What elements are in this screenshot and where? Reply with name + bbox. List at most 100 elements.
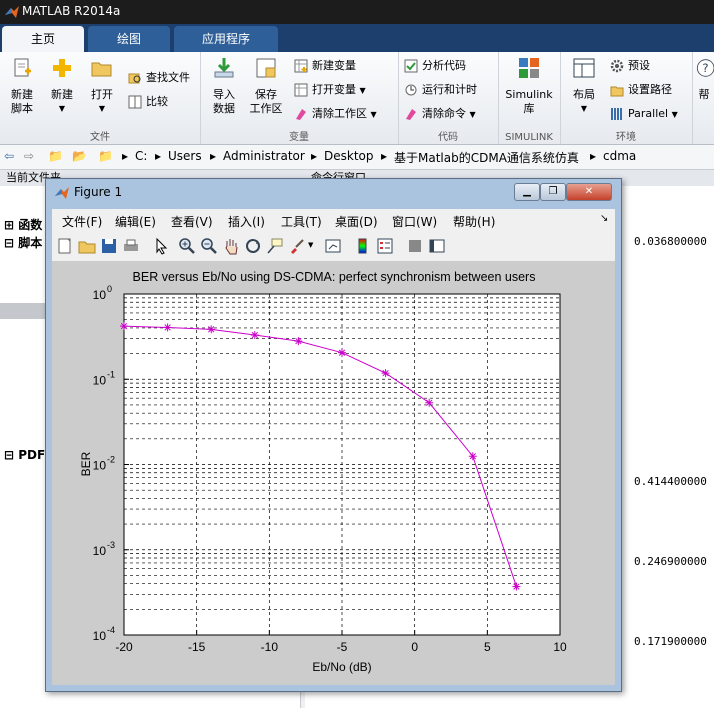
browse-folder-icon[interactable]: 📂 (72, 149, 87, 163)
figure-canvas: BER versus Eb/No using DS-CDMA: perfect … (52, 261, 615, 685)
menu-view[interactable]: 查看(V) (171, 213, 213, 230)
show-plot-tools-icon[interactable] (428, 237, 446, 255)
chart-title: BER versus Eb/No using DS-CDMA: perfect … (133, 270, 536, 284)
menu-help[interactable]: 帮助(H) (453, 213, 495, 230)
rotate-3d-icon[interactable] (244, 237, 262, 255)
expand-icon[interactable]: ⊞ (4, 218, 14, 232)
tree-item-functions[interactable]: ⊞ 函数 (4, 216, 42, 233)
menu-insert[interactable]: 插入(I) (228, 213, 265, 230)
find-files-icon (128, 73, 141, 84)
open-variable-button[interactable]: 打开变量 ▼ (294, 80, 366, 100)
environment-group: 布局 ▼ 预设 设置路径 Parallel ▼ 环境 (560, 52, 693, 144)
path-segment[interactable]: Administrator (223, 149, 305, 163)
analyze-code-button[interactable]: 分析代码 (404, 56, 466, 76)
data-point (338, 348, 346, 357)
x-tick-label: 0 (411, 640, 418, 654)
app-title-bar: MATLAB R2014a (0, 0, 714, 24)
path-separator-icon: ▸ (210, 149, 217, 163)
path-segment[interactable]: cdma (603, 149, 636, 163)
zoom-in-icon[interactable] (178, 237, 196, 255)
tab-apps[interactable]: 应用程序 (174, 26, 278, 52)
save-workspace-icon (256, 58, 276, 78)
path-segment[interactable]: C: (135, 149, 147, 163)
zoom-out-icon[interactable] (200, 237, 218, 255)
import-data-button[interactable]: 导入 数据 (204, 56, 244, 116)
tree-item-pdf[interactable]: ⊟ PDF (4, 448, 45, 462)
up-folder-icon[interactable]: 📁 (48, 149, 63, 163)
pan-hand-icon[interactable] (222, 237, 240, 255)
help-icon: ? (696, 59, 714, 77)
link-plot-icon[interactable] (324, 237, 342, 255)
path-segment[interactable]: Desktop (324, 149, 374, 163)
tab-plots[interactable]: 绘图 (88, 26, 170, 52)
data-cursor-icon[interactable] (266, 237, 284, 255)
run-and-time-button[interactable]: 运行和计时 (404, 80, 477, 100)
edit-plot-arrow-icon[interactable] (152, 237, 170, 255)
root-folder-icon[interactable]: 📁 (98, 149, 113, 163)
x-axis-label: Eb/No (dB) (312, 660, 371, 674)
matlab-logo-icon (55, 187, 69, 199)
colorbar-icon[interactable] (354, 237, 372, 255)
menu-tools[interactable]: 工具(T) (281, 213, 322, 230)
compare-button[interactable]: 比较 (128, 92, 168, 112)
help-button[interactable]: ? 帮 (694, 56, 714, 102)
plus-icon (53, 59, 71, 77)
legend-icon[interactable] (376, 237, 394, 255)
compare-label: 比较 (146, 95, 168, 108)
close-button[interactable]: ✕ (566, 183, 612, 201)
data-point (468, 452, 477, 461)
new-variable-button[interactable]: 新建变量 (294, 56, 356, 76)
path-separator-icon: ▸ (590, 149, 597, 163)
new-button[interactable]: 新建 ▼ (44, 56, 80, 116)
simulink-library-button[interactable]: Simulink 库 (502, 56, 556, 116)
simulink-library-label: Simulink 库 (505, 88, 553, 115)
figure-menubar: 文件(F) 编辑(E) 查看(V) 插入(I) 工具(T) 桌面(D) 窗口(W… (52, 209, 615, 231)
layout-button[interactable]: 布局 ▼ (564, 56, 604, 116)
y-tick-label: 10 (93, 544, 107, 558)
clear-commands-button[interactable]: 清除命令 ▼ (404, 104, 476, 124)
simulink-group: Simulink 库 SIMULINK (498, 52, 561, 144)
find-files-button[interactable]: 查找文件 (128, 68, 190, 88)
open-file-icon[interactable] (78, 237, 96, 255)
restore-button[interactable]: ❐ (540, 183, 566, 201)
path-separator-icon: ▸ (122, 149, 129, 163)
set-path-button[interactable]: 设置路径 (610, 80, 672, 100)
forward-arrow-icon[interactable]: ⇨ (24, 149, 34, 163)
hide-plot-tools-icon[interactable] (406, 237, 424, 255)
open-label: 打开 (91, 88, 113, 101)
path-segment[interactable]: 基于Matlab的CDMA通信系统仿真 (394, 149, 579, 166)
gear-icon (610, 59, 624, 73)
clear-workspace-button[interactable]: 清除工作区 ▼ (294, 104, 377, 124)
tab-home[interactable]: 主页 (2, 26, 84, 52)
y-tick-exponent: -1 (107, 369, 115, 379)
collapse-icon[interactable]: ⊟ (4, 448, 14, 462)
menu-window[interactable]: 窗口(W) (392, 213, 437, 230)
new-figure-icon[interactable] (56, 237, 74, 255)
preferences-button[interactable]: 预设 (610, 56, 650, 76)
x-tick-label: -5 (337, 640, 348, 654)
brush-icon[interactable] (288, 237, 306, 255)
menu-edit[interactable]: 编辑(E) (115, 213, 156, 230)
menu-file[interactable]: 文件(F) (62, 213, 102, 230)
print-icon[interactable] (122, 237, 140, 255)
clear-commands-label: 清除命令 (422, 107, 466, 120)
menu-desktop[interactable]: 桌面(D) (335, 213, 378, 230)
collapse-icon[interactable]: ⊟ (4, 236, 14, 250)
open-button[interactable]: 打开 ▼ (84, 56, 120, 116)
open-variable-label: 打开变量 (312, 83, 356, 96)
run-and-time-label: 运行和计时 (422, 83, 477, 96)
parallel-button[interactable]: Parallel ▼ (610, 104, 678, 124)
analyze-code-icon (404, 59, 418, 73)
brush-dropdown-icon[interactable]: ▼ (308, 241, 313, 249)
ber-plot[interactable]: BER versus Eb/No using DS-CDMA: perfect … (52, 261, 615, 685)
tree-item-scripts[interactable]: ⊟ 脚本 (4, 234, 42, 251)
save-icon[interactable] (100, 237, 118, 255)
path-segment[interactable]: Users (168, 149, 202, 163)
minimize-button[interactable]: ▁ (514, 183, 540, 201)
new-script-button[interactable]: 新建 脚本 (4, 56, 40, 116)
back-arrow-icon[interactable]: ⇦ (4, 149, 14, 163)
variable-group: 导入 数据 保存 工作区 新建变量 打开变量 ▼ 清除工作区 ▼ 变量 (200, 52, 399, 144)
y-tick-label: 10 (93, 459, 107, 473)
save-workspace-button[interactable]: 保存 工作区 (246, 56, 286, 116)
dock-arrow-icon[interactable]: ↘ (600, 213, 608, 224)
